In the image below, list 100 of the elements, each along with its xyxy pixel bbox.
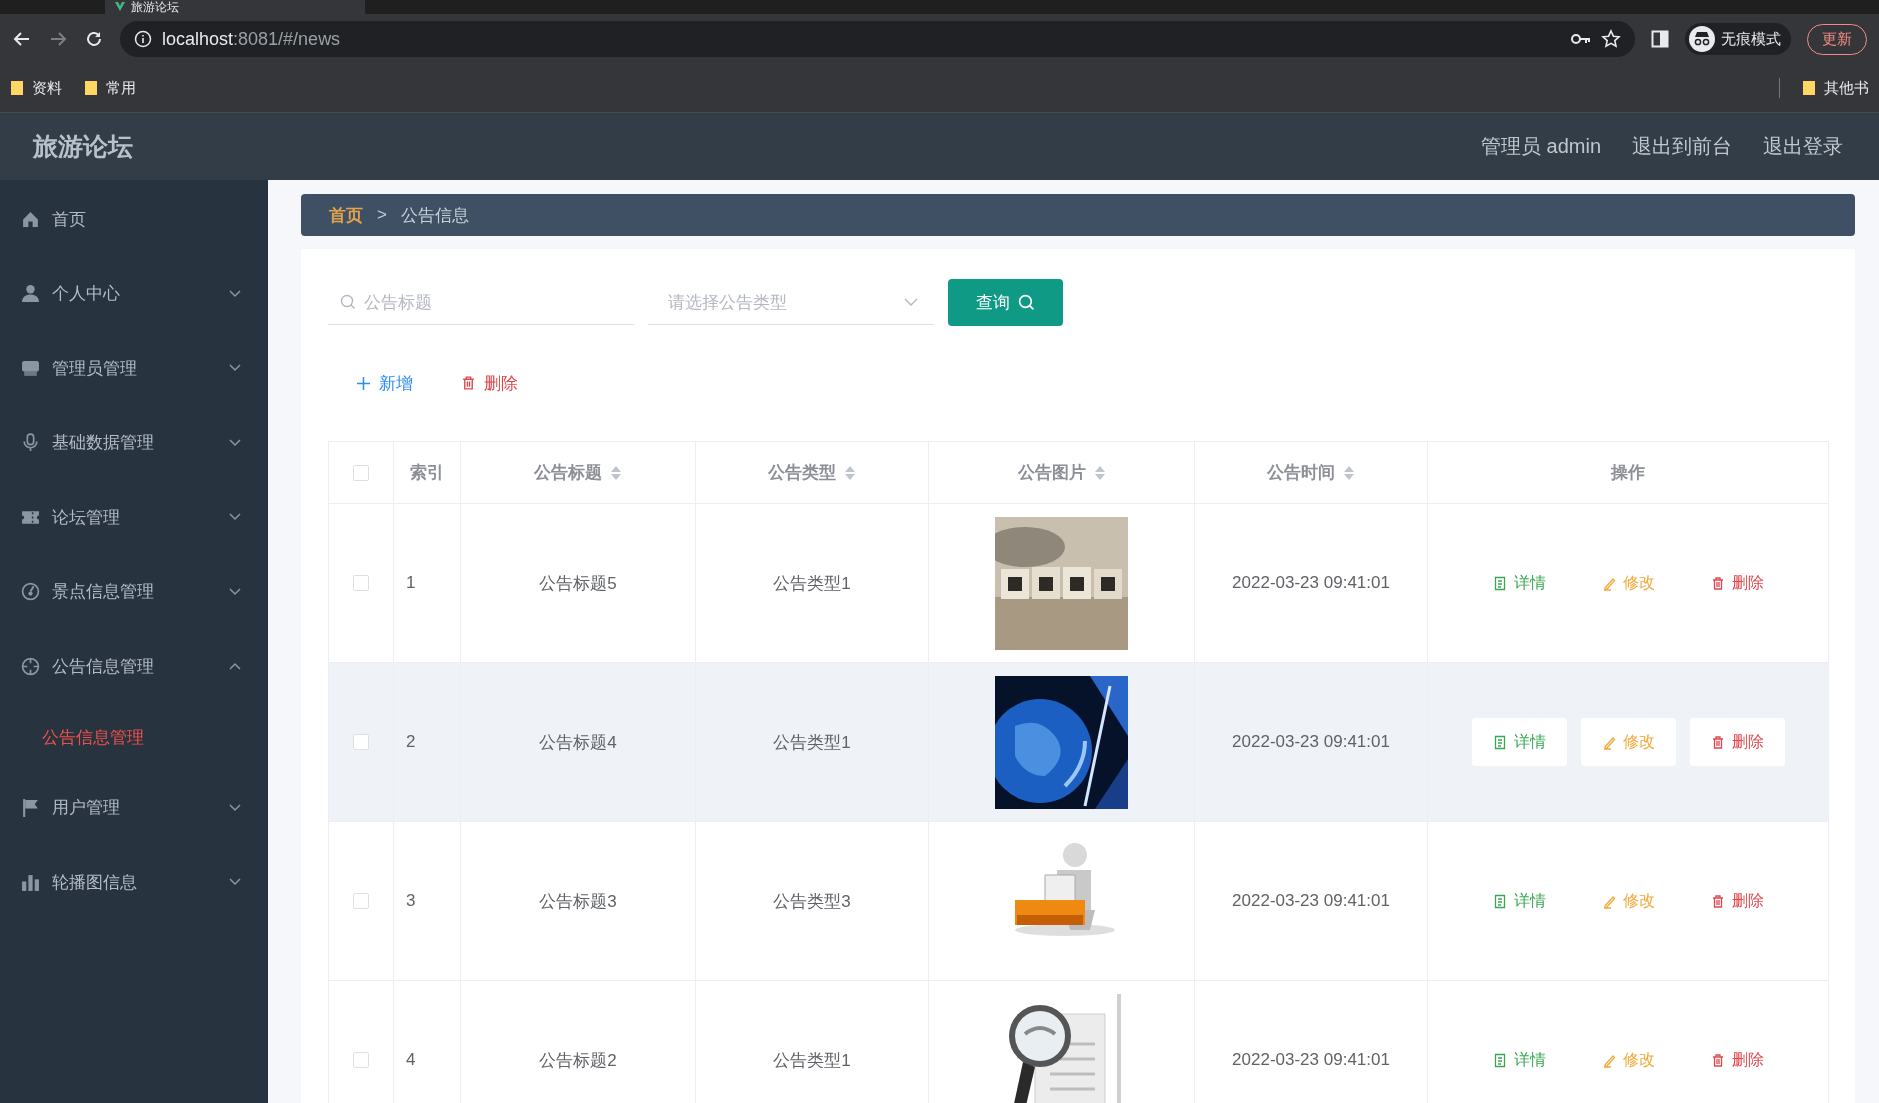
side-panel-icon[interactable]	[1651, 30, 1669, 48]
delete-button[interactable]: 删除	[1689, 1036, 1785, 1084]
sort-icon[interactable]	[1093, 464, 1106, 481]
menu-item[interactable]: 景点信息管理	[0, 554, 268, 629]
star-icon[interactable]	[1601, 29, 1621, 49]
browser-tab[interactable]: 旅游论坛	[105, 0, 365, 14]
tab-title: 旅游论坛	[131, 1, 179, 13]
app-title: 旅游论坛	[33, 131, 133, 162]
column-header[interactable]: 公告时间	[1267, 461, 1355, 484]
trash-icon	[1710, 893, 1725, 909]
address-bar[interactable]: localhost:8081/#/news	[120, 21, 1635, 57]
delete-button[interactable]: 删除	[1689, 559, 1785, 607]
bookmark-item[interactable]: 其他书	[1802, 78, 1869, 98]
menu-item[interactable]: 轮播图信息	[0, 845, 268, 920]
search-icon	[1018, 294, 1035, 311]
table-cell-text: 公告类型3	[773, 890, 851, 913]
table-cell: 2022-03-23 09:41:01	[1232, 891, 1390, 911]
column-header[interactable]: 公告图片	[1017, 461, 1106, 484]
table-cell: 2022-03-23 09:41:01	[1232, 573, 1390, 593]
document-icon	[1492, 575, 1507, 591]
user-label: 管理员 admin	[1480, 134, 1601, 159]
trash-icon	[1710, 575, 1725, 591]
home-icon	[21, 209, 40, 229]
delete-button[interactable]: 删除	[1689, 877, 1785, 925]
chevron-down-icon	[904, 297, 918, 307]
sort-icon[interactable]	[1343, 464, 1355, 481]
delete-button[interactable]: 删除	[1689, 718, 1785, 766]
table-cell-text: 公告类型1	[773, 1049, 851, 1072]
microphone-icon	[21, 433, 40, 453]
key-icon[interactable]	[1571, 32, 1591, 46]
table-cell: 1	[406, 573, 416, 593]
user-icon	[21, 284, 40, 304]
table-cell-text: 公告标题4	[539, 731, 617, 754]
checkbox[interactable]	[353, 1052, 369, 1068]
document-icon	[1492, 1052, 1507, 1068]
menu-item[interactable]: 管理员管理	[0, 331, 268, 406]
checkbox[interactable]	[353, 734, 369, 750]
sort-icon[interactable]	[610, 464, 622, 481]
table-row[interactable]: 1 公告标题5 公告类型1 2022-03-23 09:41:01 详情 修改 删除	[329, 504, 1829, 663]
folder-icon	[1802, 80, 1816, 96]
submenu-item[interactable]: 公告信息管理	[0, 703, 268, 771]
info-icon[interactable]	[134, 30, 152, 48]
gauge-icon	[21, 582, 40, 602]
table-cell: 4	[406, 1050, 416, 1070]
details-button[interactable]: 详情	[1471, 877, 1567, 925]
table-cell-text: 公告标题3	[539, 890, 617, 913]
search-icon	[340, 294, 356, 310]
table-cell: 3	[406, 891, 416, 911]
crosshair-icon	[21, 656, 40, 676]
query-button[interactable]: 查询	[948, 279, 1063, 326]
menu-item[interactable]: 用户管理	[0, 770, 268, 845]
trash-icon	[1710, 1052, 1725, 1068]
checkbox[interactable]	[353, 893, 369, 909]
menu-item[interactable]: 论坛管理	[0, 480, 268, 555]
document-icon	[1492, 893, 1507, 909]
menu-item[interactable]: 首页	[0, 182, 268, 257]
breadcrumb-separator: >	[377, 205, 387, 225]
trash-icon	[461, 375, 476, 391]
incognito-icon	[1689, 26, 1715, 52]
table-row[interactable]: 3 公告标题3 公告类型3 2022-03-23 09:41:01 详情 修改 删除	[329, 822, 1829, 981]
menu-item[interactable]: 基础数据管理	[0, 405, 268, 480]
document-icon	[1492, 734, 1507, 750]
bookmark-item[interactable]: 资料	[10, 78, 62, 98]
table-row[interactable]: 4 公告标题2 公告类型1 2022-03-23 09:41:01 详情 修改 删除	[329, 981, 1829, 1103]
table-row[interactable]: 2 公告标题4 公告类型1 2022-03-23 09:41:01 详情 修改 删除	[329, 663, 1829, 822]
checkbox[interactable]	[353, 575, 369, 591]
trash-icon	[1710, 734, 1725, 750]
menu-item[interactable]: 公告信息管理	[0, 629, 268, 704]
reload-icon[interactable]	[84, 29, 104, 49]
table-cell: 2	[406, 732, 416, 752]
table-cell-text: 公告标题2	[539, 1049, 617, 1072]
folder-icon	[10, 80, 24, 96]
table-cell: 2022-03-23 09:41:01	[1232, 1050, 1390, 1070]
bar-chart-icon	[21, 872, 40, 892]
breadcrumb-item: 公告信息	[400, 204, 469, 227]
header-link[interactable]: 退出到前台	[1632, 133, 1732, 160]
details-button[interactable]: 详情	[1471, 559, 1567, 607]
incognito-button[interactable]: 无痕模式	[1685, 23, 1791, 55]
column-header: 操作	[1611, 462, 1645, 484]
delete-button[interactable]: 删除	[457, 363, 522, 403]
bookmark-item[interactable]: 常用	[84, 78, 136, 98]
details-button[interactable]: 详情	[1471, 1036, 1567, 1084]
table-cell-text: 公告类型1	[773, 731, 851, 754]
breadcrumb-item[interactable]: 首页	[329, 203, 363, 227]
table-cell-text: 公告标题5	[539, 572, 617, 595]
column-header: 索引	[410, 462, 444, 484]
table-cell-text: 公告类型1	[773, 572, 851, 595]
sort-icon[interactable]	[844, 464, 856, 481]
checkbox[interactable]	[353, 464, 369, 481]
folder-icon	[84, 80, 98, 96]
menu-item[interactable]: 个人中心	[0, 256, 268, 331]
header-link[interactable]: 退出登录	[1763, 133, 1843, 160]
column-header[interactable]: 公告标题	[534, 461, 622, 484]
details-button[interactable]: 详情	[1471, 718, 1567, 766]
logo-icon	[115, 2, 125, 12]
url-text: localhost:8081/#/news	[162, 28, 341, 50]
flag-icon	[21, 798, 40, 818]
add-button[interactable]: 新增	[352, 363, 417, 403]
column-header[interactable]: 公告类型	[768, 461, 856, 484]
table-cell: 2022-03-23 09:41:01	[1232, 732, 1390, 752]
